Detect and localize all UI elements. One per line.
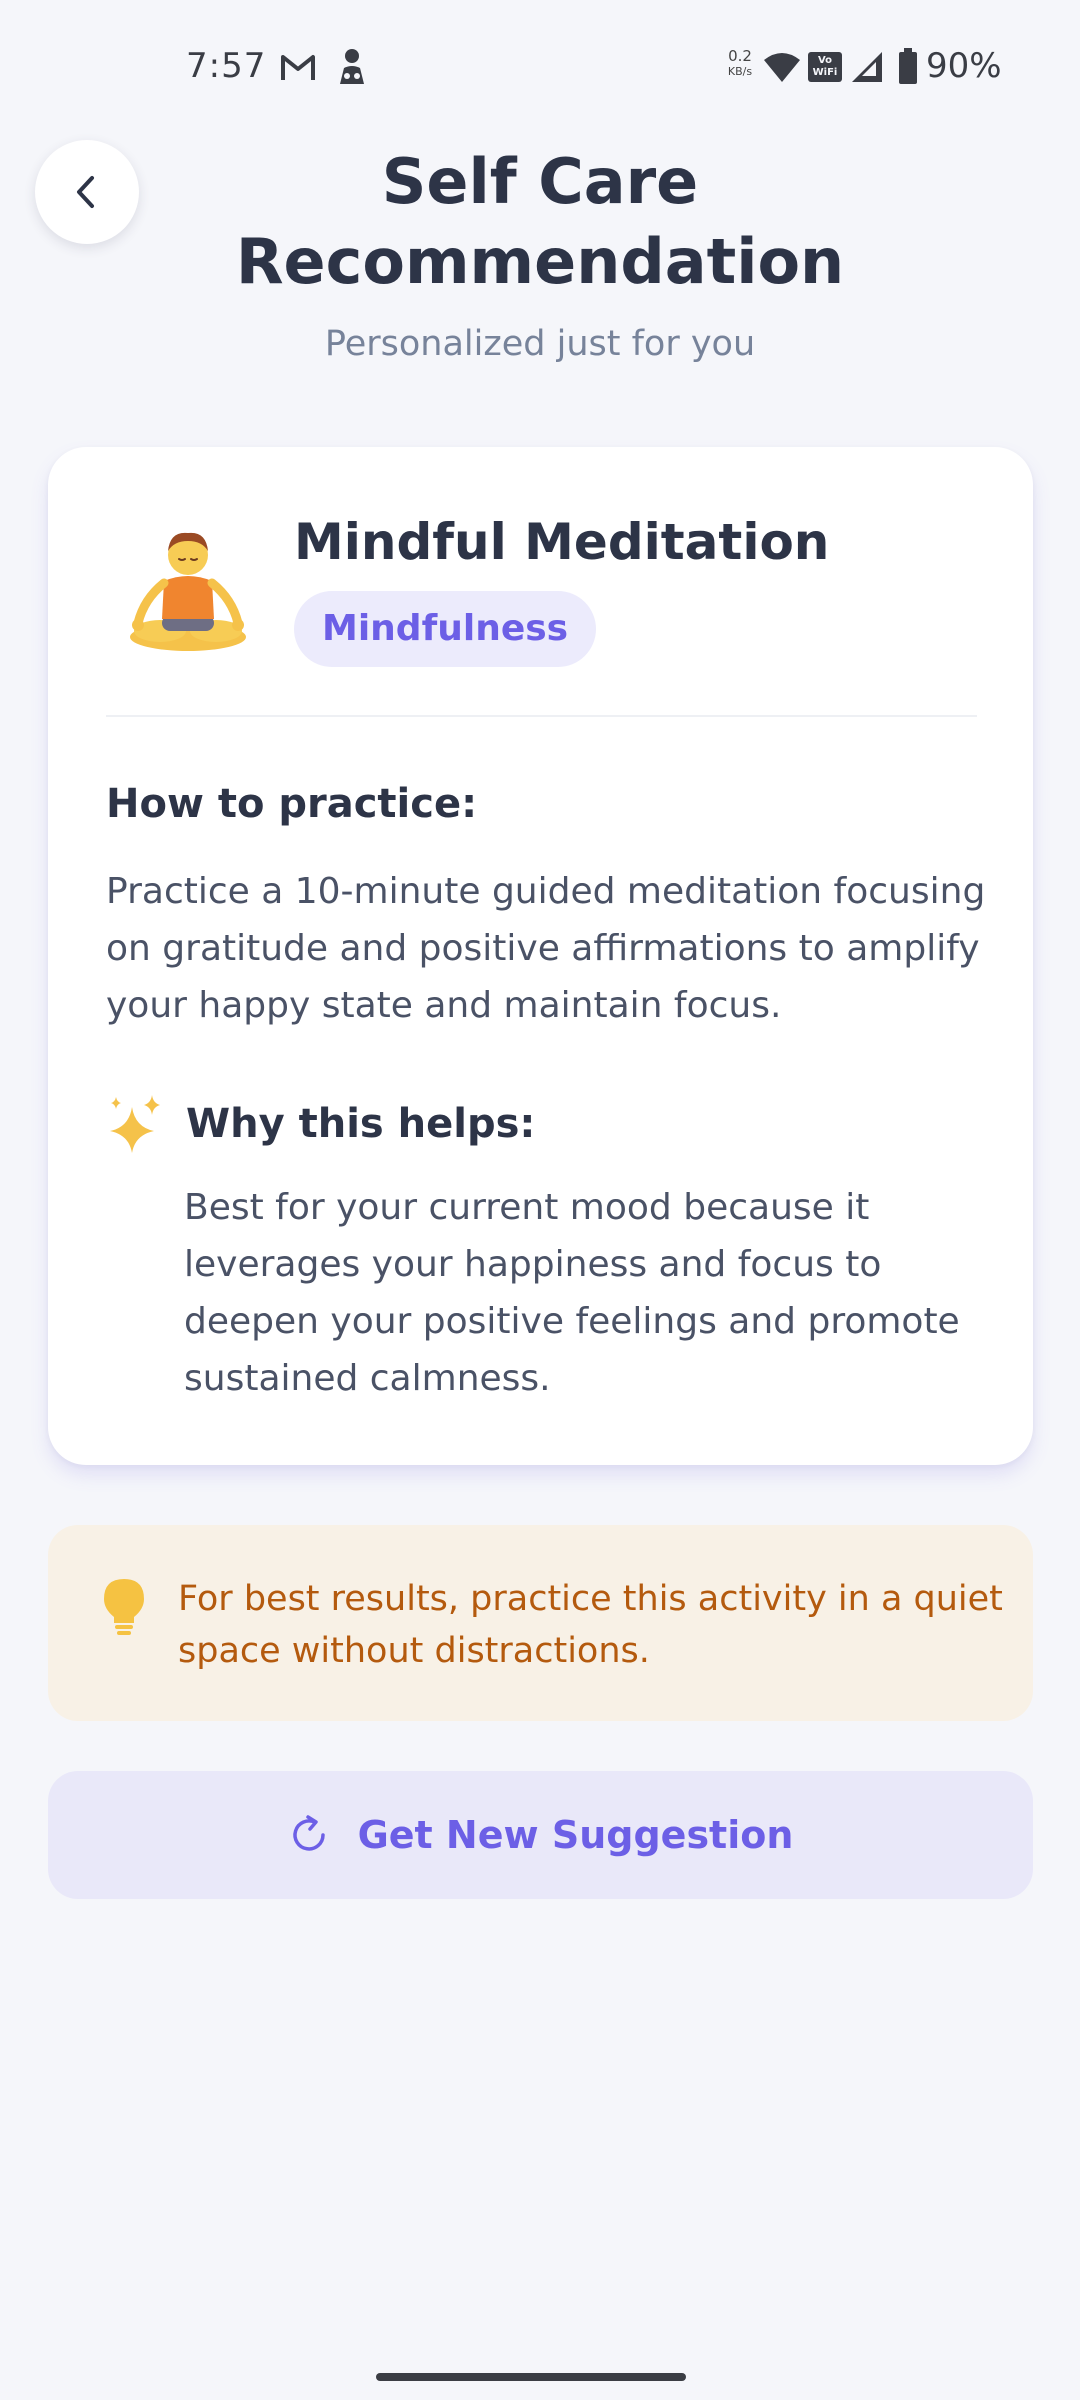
page-title-line2: Recommendation bbox=[235, 225, 845, 298]
chevron-left-icon bbox=[77, 176, 94, 208]
recommendation-card: Mindful Meditation Mindfulness How to pr… bbox=[48, 447, 1033, 1465]
tip-box: For best results, practice this activity… bbox=[48, 1525, 1033, 1721]
page-subtitle: Personalized just for you bbox=[324, 324, 756, 364]
why-this-helps-text: Best for your current mood because it le… bbox=[184, 1187, 960, 1399]
person-in-lotus-position-icon bbox=[130, 532, 246, 651]
get-new-suggestion-button[interactable]: Get New Suggestion bbox=[48, 1771, 1033, 1899]
incognito-icon bbox=[340, 49, 364, 84]
vowifi-label-wifi: WiFi bbox=[812, 67, 838, 78]
tip-text: For best results, practice this activity… bbox=[178, 1579, 1003, 1671]
how-to-practice-text: Practice a 10-minute guided meditation f… bbox=[106, 871, 986, 1026]
battery-percent: 90% bbox=[926, 46, 1002, 86]
battery-icon bbox=[899, 48, 917, 84]
card-divider bbox=[106, 715, 977, 717]
page-title: Self Care Recommendation bbox=[140, 142, 940, 302]
lightbulb-icon bbox=[104, 1579, 144, 1635]
vowifi-label-vo: Vo bbox=[817, 55, 833, 66]
back-button[interactable] bbox=[35, 140, 139, 244]
page-title-line1: Self Care bbox=[381, 145, 699, 218]
activity-title: Mindful Meditation bbox=[294, 513, 830, 571]
status-bar: 7:57 0.2 KB/s Vo WiFi 90% bbox=[0, 0, 1080, 130]
refresh-icon bbox=[292, 1815, 325, 1851]
get-new-suggestion-label: Get New Suggestion bbox=[357, 1813, 794, 1857]
vowifi-icon: Vo WiFi bbox=[808, 52, 842, 82]
why-this-helps-heading: Why this helps: bbox=[186, 1101, 536, 1147]
net-speed-unit: KB/s bbox=[727, 65, 753, 78]
category-badge: Mindfulness bbox=[294, 591, 597, 667]
how-to-practice-heading: How to practice: bbox=[106, 781, 478, 827]
wifi-icon bbox=[764, 53, 800, 82]
home-indicator[interactable] bbox=[376, 2373, 686, 2381]
net-speed: 0.2 KB/s bbox=[722, 48, 758, 80]
gmail-icon bbox=[281, 55, 315, 80]
status-time: 7:57 bbox=[186, 46, 267, 86]
cellular-signal-icon bbox=[852, 52, 882, 82]
sparkles-icon bbox=[110, 1095, 160, 1153]
net-speed-value: 0.2 bbox=[728, 47, 752, 65]
